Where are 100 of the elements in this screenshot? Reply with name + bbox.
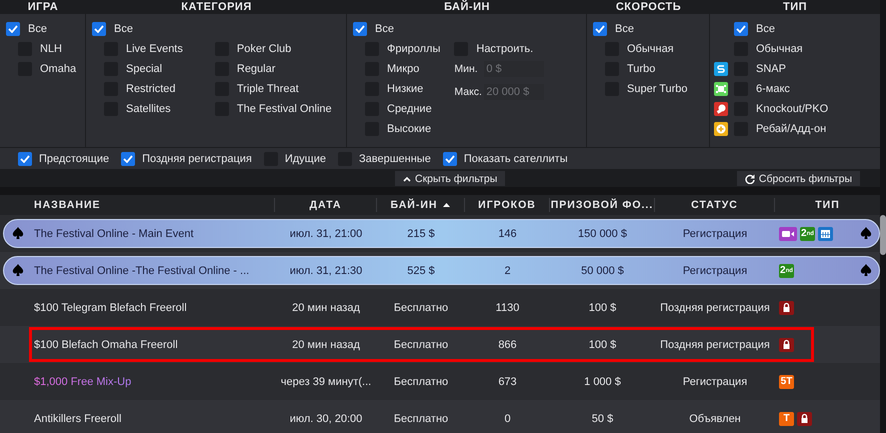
column-header[interactable]: БАЙ-ИН xyxy=(390,198,438,212)
caret-icon xyxy=(403,176,411,182)
option-label: Завершенные xyxy=(359,152,431,164)
option-label: Restricted xyxy=(126,83,176,95)
table-cell: The Festival Online - Main Event xyxy=(34,228,194,240)
table-cell: Поздняя регистрация xyxy=(660,302,770,314)
option-label: SNAP xyxy=(756,63,786,75)
second-chance-badge: 2$^{nd}$ xyxy=(800,226,815,240)
option-label: Обычная xyxy=(756,43,803,55)
table-cell: Бесплатно xyxy=(394,302,448,314)
option-label: Live Events xyxy=(126,43,183,55)
checkbox[interactable] xyxy=(92,22,106,36)
table-cell: 2 xyxy=(504,264,511,276)
table-cell: Antikillers Freeroll xyxy=(34,412,122,424)
option-label: Средние xyxy=(387,103,432,115)
calendar-icon xyxy=(818,226,833,240)
table-cell: июл. 31, 21:30 xyxy=(290,264,362,276)
column-header[interactable]: ИГРОКОВ xyxy=(478,198,536,212)
option-label: Микро xyxy=(387,63,420,75)
table-cell: Бесплатно xyxy=(394,412,448,424)
table-cell: Бесплатно xyxy=(394,376,448,388)
option-label: Super Turbo xyxy=(627,83,688,95)
checkbox[interactable] xyxy=(18,152,32,166)
table-cell: Регистрация xyxy=(682,228,748,240)
column-header[interactable]: НАЗВАНИЕ xyxy=(34,198,101,212)
option-label: Идущие xyxy=(284,152,326,164)
min-label: Мин. xyxy=(454,63,479,75)
max-field[interactable]: 20 000 $ xyxy=(484,84,544,100)
checkbox[interactable] xyxy=(121,152,136,166)
option-label: Все xyxy=(756,23,775,35)
option-label: Knockout/PKO xyxy=(756,103,828,115)
table-cell: Поздняя регистрация xyxy=(660,338,770,350)
option-label: Regular xyxy=(236,63,276,75)
checkbox[interactable] xyxy=(353,22,367,36)
option-label: 6-макс xyxy=(756,83,790,95)
option-label: Высокие xyxy=(387,123,432,135)
column-header[interactable]: СТАТУС xyxy=(691,198,738,212)
table-cell: Объявлен xyxy=(689,412,741,424)
table-cell: Бесплатно xyxy=(394,338,448,350)
section-title: КАТЕГОРИЯ xyxy=(180,0,253,14)
table-cell: 215 $ xyxy=(407,228,435,240)
option-label: Обычная xyxy=(627,43,674,55)
table-cell: 150 000 $ xyxy=(578,228,627,240)
option-label: Special xyxy=(126,63,162,75)
table-cell: Регистрация xyxy=(682,376,748,388)
spade-icon xyxy=(860,264,872,276)
table-seats-icon xyxy=(714,82,728,96)
option-label: The Festival Online xyxy=(236,103,332,115)
table-cell: 50 000 $ xyxy=(581,264,624,276)
option-label: NLH xyxy=(40,43,62,55)
option-label: Фрироллы xyxy=(387,43,440,55)
section-title: СКОРОСТЬ xyxy=(614,0,682,14)
option-label: Настроить. xyxy=(476,43,534,55)
refresh-icon xyxy=(744,174,755,184)
option-label: Все xyxy=(375,23,394,35)
checkbox[interactable] xyxy=(593,22,607,36)
table-cell: 100 $ xyxy=(588,302,616,314)
checkbox[interactable] xyxy=(734,22,748,36)
option-label: Satellites xyxy=(126,103,171,115)
spade-icon xyxy=(860,227,872,239)
section-title: БАЙ-ИН xyxy=(443,0,491,14)
table-cell: 866 xyxy=(498,338,517,350)
lock-icon xyxy=(779,338,794,352)
lock-icon xyxy=(797,412,812,426)
option-label: Triple Threat xyxy=(236,83,299,95)
table-cell: 1 000 $ xyxy=(584,376,621,388)
table-cell: 146 xyxy=(498,228,517,240)
tournament-badge: 5T xyxy=(779,374,794,388)
table-cell: через 39 минут(... xyxy=(280,376,372,388)
table-cell: $100 Blefach Omaha Freeroll xyxy=(34,338,178,350)
table-cell: The Festival Online -The Festival Online - ... xyxy=(34,264,250,276)
scrollbar[interactable] xyxy=(880,215,886,255)
checkbox[interactable] xyxy=(442,152,457,166)
option-label: Поздняя регистрация xyxy=(142,152,252,164)
max-label: Макс. xyxy=(454,86,483,98)
table-cell: 20 мин назад xyxy=(292,338,360,350)
option-label: Turbo xyxy=(627,63,656,75)
table-cell: июл. 31, 21:00 xyxy=(290,228,362,240)
checkbox[interactable] xyxy=(6,22,20,36)
boxing-glove-icon xyxy=(714,102,728,116)
table-cell: 525 $ xyxy=(407,264,435,276)
table-cell: 0 xyxy=(504,412,511,424)
column-header[interactable]: ТИП xyxy=(815,198,840,212)
option-label: Все xyxy=(28,23,47,35)
table-cell: $100 Telegram Blefach Freeroll xyxy=(34,302,187,314)
column-header[interactable]: ДАТА xyxy=(310,198,342,212)
column-header[interactable]: ПРИЗОВОЙ ФО... xyxy=(550,198,654,212)
reset-filters-button[interactable]: Сбросить фильтры xyxy=(736,171,860,186)
hide-filters-button[interactable]: Скрыть фильтры xyxy=(395,171,506,186)
table-cell: 100 $ xyxy=(588,338,616,350)
spade-icon xyxy=(12,264,24,276)
table-cell: июл. 30, 20:00 xyxy=(290,412,362,424)
table-cell: 20 мин назад xyxy=(292,302,360,314)
table-cell: $1,000 Free Mix-Up xyxy=(34,376,132,388)
second-chance-badge: 2$^{nd}$ xyxy=(779,264,794,278)
option-label: Предстоящие xyxy=(39,152,110,164)
min-field[interactable]: 0 $ xyxy=(484,61,544,77)
table-cell: 50 $ xyxy=(592,412,614,424)
section-title: ТИП xyxy=(782,0,808,14)
table-cell: 1130 xyxy=(496,302,520,314)
